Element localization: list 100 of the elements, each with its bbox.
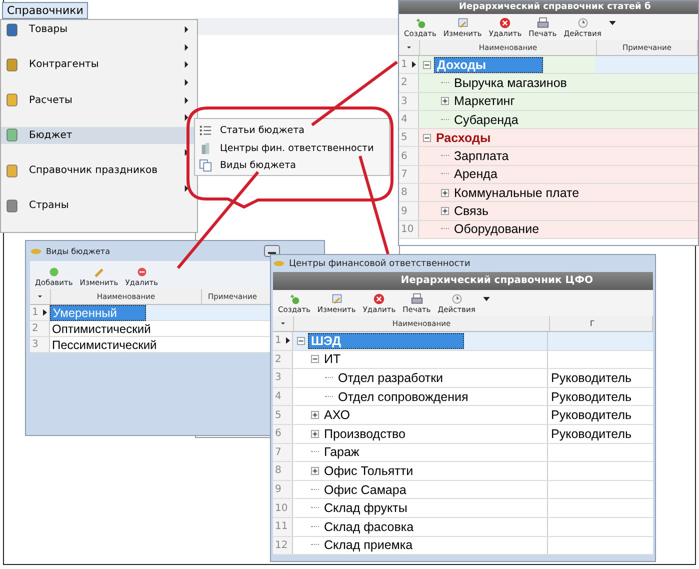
tree-item[interactable]: Коммунальные плате (452, 186, 582, 200)
tree-item[interactable]: Связь (452, 204, 491, 218)
menu-item-icon (5, 198, 19, 213)
row-number: 6 (273, 424, 293, 443)
tree-item[interactable]: Аренда (452, 167, 500, 182)
tree-item[interactable]: Оборудование (452, 222, 542, 236)
row-number: 10 (399, 220, 419, 238)
tree-item[interactable]: ИТ (322, 352, 343, 366)
row-number: 3 (399, 92, 419, 110)
row-number: 5 (399, 129, 419, 146)
row-number: 8 (399, 184, 419, 202)
menu-item[interactable]: Расчеты (1, 91, 197, 109)
menu-item-icon (5, 164, 19, 178)
row-number: 8 (273, 462, 293, 480)
row-number: 1 (273, 332, 293, 350)
tree-item[interactable]: Расходы (434, 130, 493, 145)
tree-item[interactable]: Зарплата (452, 149, 511, 164)
window-icon (273, 260, 285, 267)
submenu-item-icon (199, 142, 212, 155)
table-cell: Руководитель (551, 408, 632, 422)
menu-item-icon (5, 58, 19, 72)
edit-icon (330, 293, 343, 305)
window-title: Центры финансовой ответственности (289, 258, 470, 268)
row-number: 1 (30, 305, 50, 320)
menu-item[interactable]: Бюджет (1, 126, 197, 144)
tree-item[interactable]: Склад фрукты (322, 501, 410, 516)
expander-icon[interactable] (423, 60, 431, 69)
menu-item[interactable]: Страны (1, 196, 197, 215)
menu-button[interactable]: Справочники (2, 2, 88, 19)
expander-icon[interactable] (441, 188, 449, 197)
row-pointer-icon (286, 337, 290, 344)
printer-icon (536, 17, 549, 29)
row-number: 6 (399, 147, 419, 165)
row-number: 9 (273, 480, 293, 498)
row-number: 12 (273, 536, 293, 554)
clock-icon (576, 17, 589, 29)
edit-icon (456, 17, 469, 29)
tree-item[interactable]: Офис Самара (322, 482, 408, 497)
edit-icon (92, 266, 105, 278)
row-number: 9 (399, 202, 419, 220)
expander-icon[interactable] (311, 411, 319, 420)
menu-item[interactable]: Контрагенты (1, 56, 197, 74)
menu-item-icon (5, 128, 19, 142)
row-number: 4 (399, 110, 419, 128)
dropdown-caret-icon[interactable] (483, 297, 490, 302)
add-icon (48, 266, 60, 278)
expander-icon[interactable] (311, 355, 319, 364)
menu-item-icon (5, 93, 19, 108)
tree-item[interactable]: АХО (322, 408, 352, 422)
tree-item[interactable]: Офис Тольятти (322, 464, 416, 478)
tree-item[interactable]: Отдел разработки (336, 370, 446, 385)
expander-icon[interactable] (311, 430, 319, 438)
row-number: 7 (273, 444, 293, 462)
table-cell: Руководитель (551, 370, 632, 385)
submenu-item-icon (199, 124, 212, 138)
delete-icon (499, 17, 512, 29)
row-number: 11 (273, 518, 293, 536)
row-number: 7 (399, 166, 419, 184)
table-cell[interactable]: Пессимистический (50, 338, 159, 352)
submenu-item[interactable]: Центры фин. ответственности (195, 140, 389, 157)
window-icon (30, 248, 42, 254)
submenu-item-icon (199, 159, 212, 172)
window-title: Иерархический справочник статей б (399, 1, 698, 14)
tree-item[interactable]: Гараж (322, 445, 362, 460)
tree-item[interactable]: Субаренда (452, 112, 520, 127)
tree-item[interactable]: Отдел сопровождения (336, 390, 470, 404)
expander-icon[interactable] (423, 134, 431, 142)
row-pointer-icon (43, 309, 47, 316)
dropdown-caret-icon[interactable] (609, 21, 616, 26)
table-cell: Руководитель (551, 426, 632, 441)
menu-item[interactable]: Справочник праздников (1, 162, 197, 180)
expander-icon[interactable] (297, 336, 305, 345)
expander-icon[interactable] (441, 207, 449, 216)
window-title: Виды бюджета (46, 246, 110, 256)
submenu-item[interactable]: Виды бюджета (195, 157, 389, 174)
row-number: 2 (273, 350, 293, 368)
row-number: 3 (30, 337, 50, 352)
printer-icon (410, 293, 423, 305)
submenu-item[interactable]: Статьи бюджета (195, 122, 389, 140)
menu-item-icon (5, 22, 19, 37)
tree-item[interactable]: Склад фасовка (322, 520, 416, 534)
add-icon (414, 17, 426, 29)
expander-icon[interactable] (441, 97, 449, 106)
minimize-button[interactable] (264, 245, 280, 257)
table-cell: Руководитель (551, 390, 632, 404)
row-number: 2 (399, 74, 419, 92)
row-number: 3 (273, 369, 293, 387)
tree-item[interactable]: Склад приемка (322, 538, 415, 552)
window-heading: Иерархический справочник ЦФО (273, 272, 653, 290)
clock-icon (450, 293, 463, 305)
tree-item[interactable]: Маркетинг (452, 94, 517, 108)
expander-icon[interactable] (311, 466, 319, 475)
row-number: 10 (273, 499, 293, 517)
row-number: 5 (273, 406, 293, 424)
tree-item[interactable]: Производство (322, 426, 408, 441)
table-cell[interactable]: Оптимистический (50, 322, 153, 336)
menu-item[interactable]: Товары (1, 21, 197, 39)
delete-icon (136, 266, 148, 278)
delete-icon (373, 293, 386, 305)
tree-item[interactable]: Выручка магазинов (452, 76, 569, 90)
